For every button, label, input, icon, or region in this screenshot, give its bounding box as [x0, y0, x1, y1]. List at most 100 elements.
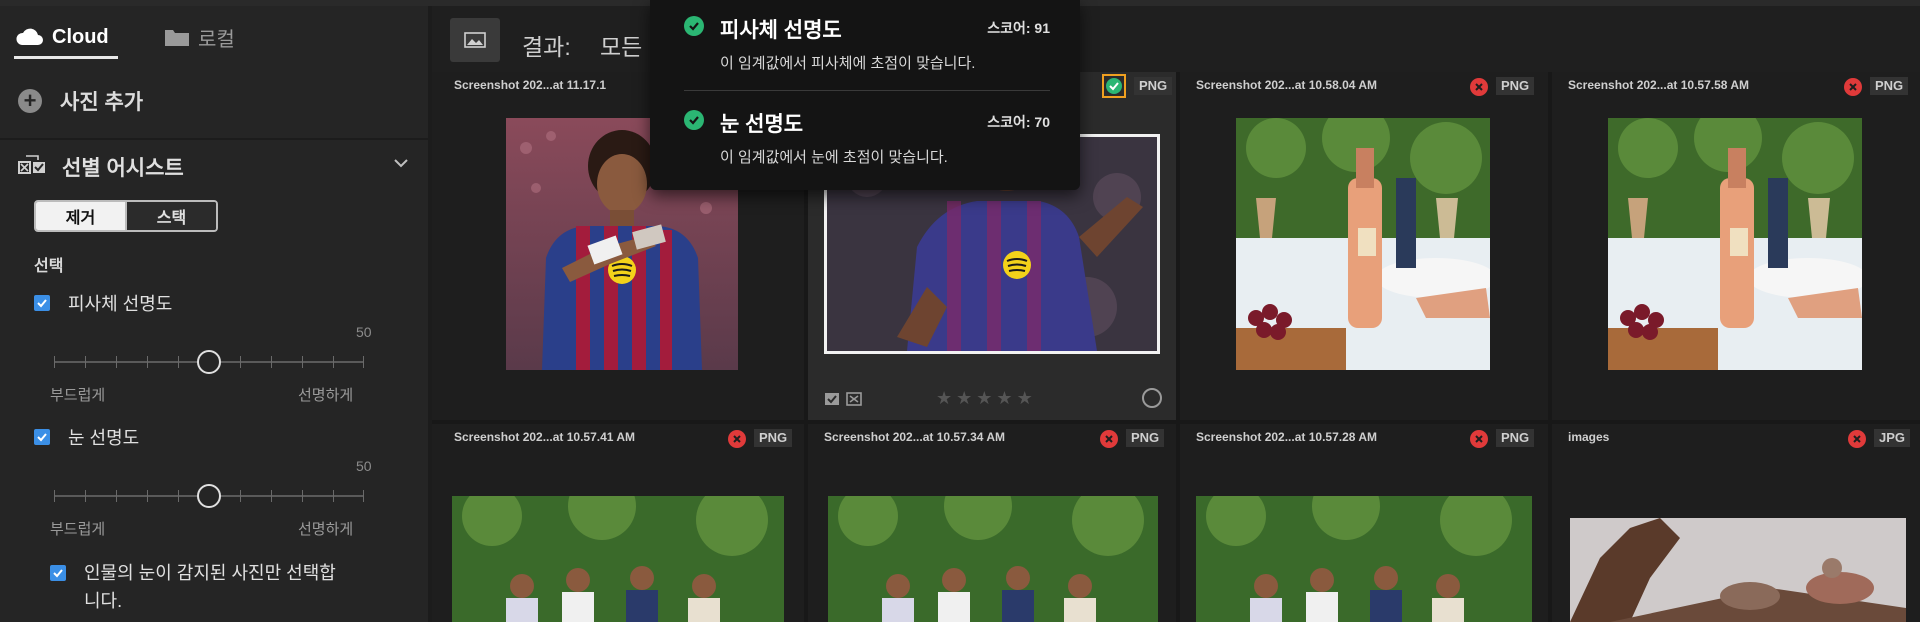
group-photo	[828, 496, 1158, 622]
close-icon	[733, 435, 741, 443]
reject-badge[interactable]	[1470, 78, 1488, 96]
check-circle-icon	[1106, 78, 1122, 94]
popup-item-title: 피사체 선명도	[720, 19, 842, 42]
checkmark-icon	[37, 433, 47, 442]
select-circle[interactable]	[1142, 388, 1162, 408]
reject-badge[interactable]	[1848, 430, 1866, 448]
star-rating[interactable]: ★ ★ ★ ★ ★	[936, 388, 1033, 409]
segment-stack[interactable]: 스택	[125, 202, 216, 230]
segment-remove[interactable]: 제거	[36, 202, 125, 230]
slider-max-label: 선명하게	[298, 521, 354, 538]
checkmark-icon	[53, 569, 63, 578]
slider-tick	[302, 356, 303, 368]
slider-tick	[54, 356, 55, 368]
subject-sharpness-slider[interactable]	[54, 350, 364, 374]
photo-card[interactable]: Screenshot 202...at 10.57.34 AM PNG	[808, 424, 1176, 622]
slider-tick	[178, 490, 179, 502]
source-tabs: Cloud 로컬	[0, 6, 428, 68]
tab-cloud[interactable]: Cloud	[14, 20, 109, 54]
photo-card[interactable]: Screenshot 202...at 10.57.41 AM PNG	[432, 424, 804, 622]
result-label: 결과:	[522, 34, 571, 60]
photo-thumbnail[interactable]	[1236, 118, 1490, 370]
photo-filename: Screenshot 202...at 10.57.58 AM	[1568, 78, 1749, 92]
eye-sharpness-option[interactable]: 눈 선명도	[34, 424, 139, 450]
view-toggle-button[interactable]	[450, 18, 500, 62]
tab-cloud-label: Cloud	[52, 25, 109, 48]
flag-reject-icon[interactable]	[846, 392, 862, 406]
star-icon[interactable]: ★	[976, 388, 992, 409]
active-tab-indicator	[14, 56, 118, 59]
close-icon	[1475, 435, 1483, 443]
close-icon	[1475, 83, 1483, 91]
slider-tick	[333, 356, 334, 368]
star-icon[interactable]: ★	[1017, 388, 1033, 409]
reject-badge[interactable]	[1100, 430, 1118, 448]
slider-tick	[271, 490, 272, 502]
format-badge: PNG	[1134, 77, 1173, 95]
slider-tick	[116, 490, 117, 502]
slider-thumb[interactable]	[197, 484, 221, 508]
subject-sharpness-label: 피사체 선명도	[68, 294, 173, 314]
star-icon[interactable]: ★	[956, 388, 972, 409]
photo-thumbnail[interactable]	[1608, 118, 1862, 370]
photo-thumbnail[interactable]	[1196, 496, 1532, 622]
reject-badge[interactable]	[1470, 430, 1488, 448]
eyes-detected-option[interactable]: 인물의 눈이 감지된 사진만 선택합 니다.	[50, 559, 336, 615]
eyes-detected-checkbox[interactable]	[50, 565, 66, 581]
popup-item-score: 스코어: 70	[987, 114, 1050, 130]
sidebar-divider	[0, 138, 428, 140]
photo-card[interactable]: images JPG	[1552, 424, 1920, 622]
eyes-detected-label-line2: 니다.	[84, 591, 123, 611]
subject-sharpness-checkbox[interactable]	[34, 295, 50, 311]
slider-tick	[85, 356, 86, 368]
popup-separator	[684, 90, 1050, 91]
format-badge: PNG	[1496, 429, 1535, 447]
popup-item-score: 스코어: 91	[987, 20, 1050, 36]
close-icon	[1853, 435, 1861, 443]
slider-min-label: 부드럽게	[50, 387, 106, 404]
accepted-badge[interactable]	[1102, 74, 1126, 98]
chevron-down-icon[interactable]	[392, 154, 410, 172]
photo-card[interactable]: Screenshot 202...at 10.57.58 AM PNG	[1552, 72, 1920, 420]
photo-filename: Screenshot 202...at 11.17.1	[454, 78, 607, 92]
eye-sharpness-value: 50	[356, 458, 372, 474]
photo-card[interactable]: Screenshot 202...at 10.57.28 AM PNG	[1180, 424, 1548, 622]
photo-thumbnail[interactable]	[1570, 518, 1906, 622]
format-badge: PNG	[1870, 77, 1909, 95]
photo-thumbnail[interactable]	[452, 496, 784, 622]
close-icon	[1105, 435, 1113, 443]
add-photo-button[interactable]: + 사진 추가	[18, 86, 143, 116]
flag-pick-icon[interactable]	[824, 392, 840, 406]
slider-tick	[85, 490, 86, 502]
cloud-icon	[16, 28, 43, 45]
assist-header[interactable]: 선별 어시스트	[18, 152, 410, 182]
star-icon[interactable]: ★	[936, 388, 952, 409]
cull-assist-icon	[18, 155, 45, 174]
subject-sharpness-option[interactable]: 피사체 선명도	[34, 290, 172, 316]
sidebar: Cloud 로컬 + 사진 추가 선별 어시스트 제거 스택 선택 피사체 선명…	[0, 6, 428, 622]
reject-badge[interactable]	[1844, 78, 1862, 96]
add-photo-label: 사진 추가	[60, 91, 144, 114]
photo-card[interactable]: Screenshot 202...at 10.58.04 AM PNG	[1180, 72, 1548, 420]
eye-sharpness-slider[interactable]	[54, 484, 364, 508]
slider-tick	[147, 490, 148, 502]
photo-thumbnail[interactable]	[828, 496, 1158, 622]
photo-filename: Screenshot 202...at 10.57.41 AM	[454, 430, 635, 444]
eyes-detected-label-line1: 인물의 눈이 감지된 사진만 선택합	[84, 563, 336, 583]
slider-tick	[178, 356, 179, 368]
eye-sharpness-checkbox[interactable]	[34, 429, 50, 445]
plus-circle-icon: +	[18, 89, 42, 113]
format-badge: JPG	[1874, 429, 1911, 447]
checkmark-icon	[37, 299, 47, 308]
tab-local[interactable]: 로컬	[164, 20, 235, 54]
photo-filename: Screenshot 202...at 10.58.04 AM	[1196, 78, 1377, 92]
popup-item-subject: 피사체 선명도 스코어: 91 이 임계값에서 피사체에 초점이 맞습니다.	[684, 14, 1050, 74]
reject-badge[interactable]	[728, 430, 746, 448]
slider-thumb[interactable]	[197, 350, 221, 374]
slider-tick	[363, 490, 364, 502]
image-icon	[464, 32, 486, 48]
assist-title: 선별 어시스트	[62, 157, 184, 180]
star-icon[interactable]: ★	[996, 388, 1012, 409]
folder-icon	[165, 30, 189, 46]
result-filter-value[interactable]: 모든	[600, 28, 642, 62]
